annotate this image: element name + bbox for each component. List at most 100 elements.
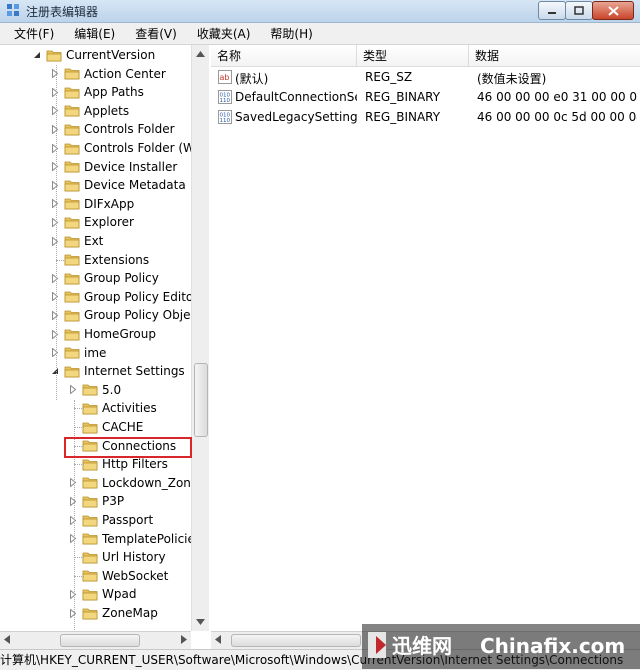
title-bar: 注册表编辑器 [0,0,640,23]
tree-node[interactable]: ZoneMap [68,604,159,622]
tree-node[interactable]: Explorer [50,213,135,231]
tree-node[interactable]: Ext [50,232,104,250]
expand-arrow-icon[interactable] [50,292,60,302]
tree-node[interactable]: ime [50,344,107,362]
tree-node-label: Group Policy Object [84,308,202,323]
tree-node[interactable]: Wpad [68,585,137,603]
menu-edit[interactable]: 编辑(E) [60,25,121,42]
values-list-pane[interactable]: 名称 类型 数据 ab (默认) REG_SZ (数值未设置) 010 110 … [211,45,640,631]
list-horizontal-scroll-thumb[interactable] [231,634,361,647]
tree-node-label: Ext [84,234,104,248]
column-header-type[interactable]: 类型 [357,45,469,67]
tree-node[interactable]: Lockdown_Zones [68,474,206,492]
tree-connector-line [74,464,84,466]
expand-arrow-icon[interactable] [50,87,60,97]
tree-node[interactable]: Group Policy Object [50,306,203,324]
expand-arrow-icon[interactable] [50,180,60,190]
scroll-right-arrow-icon[interactable] [181,635,187,644]
expand-arrow-icon[interactable] [50,217,60,227]
tree-connector-line [74,427,84,428]
tree-node[interactable]: TemplatePolicies [68,530,202,548]
tree-vertical-scrollbar[interactable] [191,45,209,631]
column-header-data[interactable]: 数据 [469,45,640,67]
expand-arrow-icon[interactable] [50,69,60,79]
expand-arrow-icon[interactable] [50,143,60,153]
folder-icon [82,552,98,564]
tree-node-label: Group Policy Editor [84,289,199,304]
tree-horizontal-scroll-thumb[interactable] [60,634,140,647]
expand-arrow-icon[interactable] [68,515,78,525]
maximize-icon [574,6,584,15]
tree-node[interactable]: Applets [50,102,130,120]
tree-node[interactable]: 5.0 [68,381,122,399]
minimize-button[interactable] [538,1,566,20]
menu-help[interactable]: 帮助(H) [256,25,318,42]
scroll-up-arrow-icon[interactable] [195,49,206,59]
tree-connector-line [74,557,84,559]
svg-text:110: 110 [220,98,231,104]
tree-vertical-scroll-thumb[interactable] [194,363,208,437]
tree-node-label: P3P [102,494,125,509]
tree-node[interactable]: Device Installer [50,158,178,176]
tree-node-label: Controls Folder [84,122,175,137]
tree-node[interactable]: Controls Folder (Wc [50,139,203,157]
tree-node[interactable]: Device Metadata [50,176,187,194]
expand-arrow-icon[interactable] [68,534,78,544]
tree-node-label: CACHE [102,420,144,434]
scroll-left-arrow-icon[interactable] [215,635,221,644]
expand-arrow-icon[interactable] [50,124,60,134]
tree-node-label: Device Metadata [84,178,186,193]
tree-node-label: Controls Folder (Wc [84,141,202,155]
tree-node[interactable]: P3P [68,492,125,510]
expand-arrow-icon[interactable] [50,199,60,209]
folder-icon [64,366,80,378]
expand-arrow-icon[interactable] [50,310,60,320]
tree-node[interactable]: CurrentVersion [32,46,156,64]
menu-file[interactable]: 文件(F) [0,25,60,42]
expand-arrow-icon[interactable] [68,496,78,506]
string-value-icon: ab [218,70,232,84]
tree-node[interactable]: DIFxApp [50,195,135,213]
tree-node[interactable]: Group Policy [50,269,160,287]
scroll-left-arrow-icon[interactable] [4,635,10,644]
tree-connector-line [74,408,84,410]
value-row[interactable]: 010 110 SavedLegacySettings REG_BINARY 4… [211,108,640,128]
tree-node[interactable]: HomeGroup [50,325,157,343]
svg-text:110: 110 [220,118,231,124]
value-row[interactable]: ab (默认) REG_SZ (数值未设置) [211,68,640,88]
expand-arrow-icon[interactable] [50,329,60,339]
expand-arrow-icon[interactable] [68,385,78,395]
column-header-name[interactable]: 名称 [211,45,357,67]
collapse-arrow-icon[interactable] [32,50,42,60]
registry-tree-pane[interactable]: CurrentVersion Action Center App Paths Appl… [0,45,209,631]
value-row[interactable]: 010 110 DefaultConnectionSe... REG_BINAR… [211,88,640,108]
tree-node[interactable]: App Paths [50,83,145,101]
folder-icon [64,291,80,303]
expand-arrow-icon[interactable] [68,478,78,488]
menu-favorites[interactable]: 收藏夹(A) [183,25,257,42]
tree-node[interactable]: Controls Folder [50,120,176,138]
expand-arrow-icon[interactable] [50,162,60,172]
expand-arrow-icon[interactable] [50,273,60,283]
expand-arrow-icon[interactable] [50,348,60,358]
tree-node[interactable]: Action Center [50,65,167,83]
folder-icon [82,533,98,545]
tree-node[interactable]: Passport [68,511,154,529]
tree-node[interactable]: Internet Settings [50,362,186,380]
watermark-cn: 迅维网 [392,634,452,658]
close-button[interactable] [592,1,634,20]
expand-arrow-icon[interactable] [68,589,78,599]
tree-node-label: Internet Settings [84,364,185,379]
tree-horizontal-scrollbar[interactable] [0,631,191,649]
tree-connector-line [56,65,57,400]
chinafix-watermark-logo: 迅维网 Chinafix.com [362,624,640,669]
maximize-button[interactable] [565,1,593,20]
expand-arrow-icon[interactable] [50,106,60,116]
scroll-down-arrow-icon[interactable] [195,617,206,627]
tree-node[interactable]: Group Policy Editor [50,288,199,306]
binary-value-icon: 010 110 [218,90,232,104]
expand-arrow-icon[interactable] [50,236,60,246]
collapse-arrow-icon[interactable] [50,366,60,376]
expand-arrow-icon[interactable] [68,608,78,618]
menu-view[interactable]: 查看(V) [121,25,183,42]
